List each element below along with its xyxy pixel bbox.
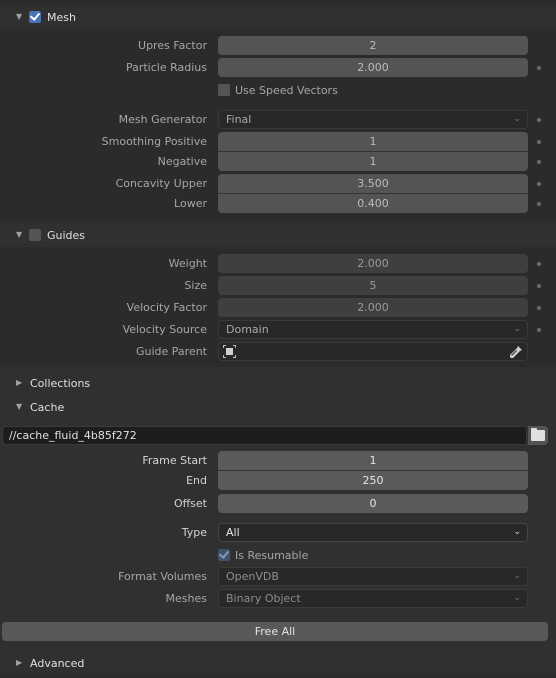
collapse-triangle-icon[interactable]: ▼ — [16, 12, 26, 22]
free-all-button[interactable]: Free All — [2, 622, 548, 641]
chevron-down-icon: ⌄ — [513, 527, 521, 537]
browse-folder-button[interactable] — [528, 426, 548, 445]
particle-radius-field[interactable]: 2.000 — [218, 58, 528, 77]
advanced-panel-title: Advanced — [30, 656, 85, 670]
mesh-generator-label: Mesh Generator — [118, 113, 207, 126]
cache-type-value: All — [226, 526, 240, 539]
cache-panel-header[interactable]: ▼ Cache — [0, 395, 556, 419]
velocity-factor-field[interactable]: 2.000 — [218, 298, 528, 317]
cache-directory-input[interactable]: //cache_fluid_4b85f272 — [2, 426, 527, 445]
keyframe-dot-icon[interactable] — [537, 284, 541, 288]
eyedropper-icon[interactable] — [509, 345, 523, 359]
keyframe-dot-icon[interactable] — [537, 140, 541, 144]
concavity-upper-field[interactable]: 3.500 — [218, 174, 528, 194]
frame-end-field[interactable]: 250 — [218, 471, 528, 490]
weight-field[interactable]: 2.000 — [218, 254, 528, 273]
chevron-down-icon: ⌄ — [513, 114, 521, 124]
guides-panel-title: Guides — [47, 228, 86, 242]
upres-factor-label: Upres Factor — [138, 39, 207, 52]
checkbox-icon[interactable] — [218, 549, 230, 561]
guides-enable-checkbox[interactable] — [29, 229, 41, 241]
guides-panel-header[interactable]: ▼ Guides — [0, 223, 556, 247]
expand-triangle-icon[interactable]: ▶ — [16, 378, 26, 388]
keyframe-dot-icon[interactable] — [537, 262, 541, 266]
particle-radius-label: Particle Radius — [125, 61, 207, 74]
is-resumable-label: Is Resumable — [235, 548, 309, 562]
concavity-lower-label: Lower — [174, 197, 207, 210]
keyframe-dot-icon[interactable] — [537, 306, 541, 310]
format-meshes-label: Meshes — [165, 592, 207, 605]
format-volumes-dropdown[interactable]: OpenVDB ⌄ — [218, 567, 528, 586]
keyframe-dot-icon[interactable] — [537, 118, 541, 122]
size-field[interactable]: 5 — [218, 276, 528, 295]
guide-parent-field[interactable] — [218, 342, 528, 361]
frame-start-field[interactable]: 1 — [218, 451, 528, 471]
chevron-down-icon: ⌄ — [513, 324, 521, 334]
velocity-source-label: Velocity Source — [122, 323, 207, 336]
smoothing-positive-label: Smoothing Positive — [101, 135, 207, 148]
smoothing-negative-label: Negative — [157, 155, 207, 168]
weight-label: Weight — [168, 257, 207, 270]
cache-type-dropdown[interactable]: All ⌄ — [218, 523, 528, 542]
guide-parent-label: Guide Parent — [135, 345, 207, 358]
collapse-triangle-icon[interactable]: ▼ — [16, 230, 26, 240]
advanced-panel-header[interactable]: ▶ Advanced — [0, 651, 556, 675]
keyframe-dot-icon[interactable] — [537, 182, 541, 186]
format-volumes-value: OpenVDB — [226, 570, 279, 583]
mesh-generator-dropdown[interactable]: Final ⌄ — [218, 110, 528, 129]
cache-panel-title: Cache — [30, 400, 65, 414]
collapse-triangle-icon[interactable]: ▼ — [16, 402, 26, 412]
keyframe-dot-icon[interactable] — [537, 160, 541, 164]
frame-offset-field[interactable]: 0 — [218, 494, 528, 513]
keyframe-dot-icon[interactable] — [537, 202, 541, 206]
expand-triangle-icon[interactable]: ▶ — [16, 658, 26, 668]
concavity-upper-label: Concavity Upper — [115, 177, 207, 190]
chevron-down-icon: ⌄ — [513, 571, 521, 581]
frame-offset-label: Offset — [173, 497, 207, 510]
format-volumes-label: Format Volumes — [118, 570, 207, 583]
size-label: Size — [184, 279, 207, 292]
collections-panel-header[interactable]: ▶ Collections — [0, 371, 556, 395]
use-speed-vectors-label: Use Speed Vectors — [235, 83, 338, 97]
concavity-lower-field[interactable]: 0.400 — [218, 194, 528, 213]
velocity-source-dropdown[interactable]: Domain ⌄ — [218, 320, 528, 339]
folder-icon — [531, 428, 545, 441]
format-meshes-dropdown[interactable]: Binary Object ⌄ — [218, 589, 528, 608]
collections-panel-title: Collections — [30, 376, 91, 390]
frame-start-label: Frame Start — [142, 454, 207, 467]
object-icon — [223, 345, 236, 358]
velocity-factor-label: Velocity Factor — [126, 301, 207, 314]
smoothing-negative-field[interactable]: 1 — [218, 152, 528, 171]
upres-factor-field[interactable]: 2 — [218, 36, 528, 55]
cache-type-label: Type — [181, 526, 207, 539]
checkbox-icon[interactable] — [218, 84, 230, 96]
mesh-generator-value: Final — [226, 113, 252, 126]
velocity-source-value: Domain — [226, 323, 269, 336]
keyframe-dot-icon[interactable] — [537, 66, 541, 70]
is-resumable-checkbox[interactable]: Is Resumable — [218, 547, 308, 563]
keyframe-dot-icon[interactable] — [537, 328, 541, 332]
mesh-panel-title: Mesh — [47, 10, 76, 24]
format-meshes-value: Binary Object — [226, 592, 301, 605]
chevron-down-icon: ⌄ — [513, 593, 521, 603]
mesh-enable-checkbox[interactable] — [29, 11, 41, 23]
use-speed-vectors-checkbox[interactable]: Use Speed Vectors — [218, 82, 338, 98]
mesh-panel-header[interactable]: ▼ Mesh — [0, 5, 556, 29]
frame-end-label: End — [186, 474, 207, 487]
smoothing-positive-field[interactable]: 1 — [218, 132, 528, 152]
